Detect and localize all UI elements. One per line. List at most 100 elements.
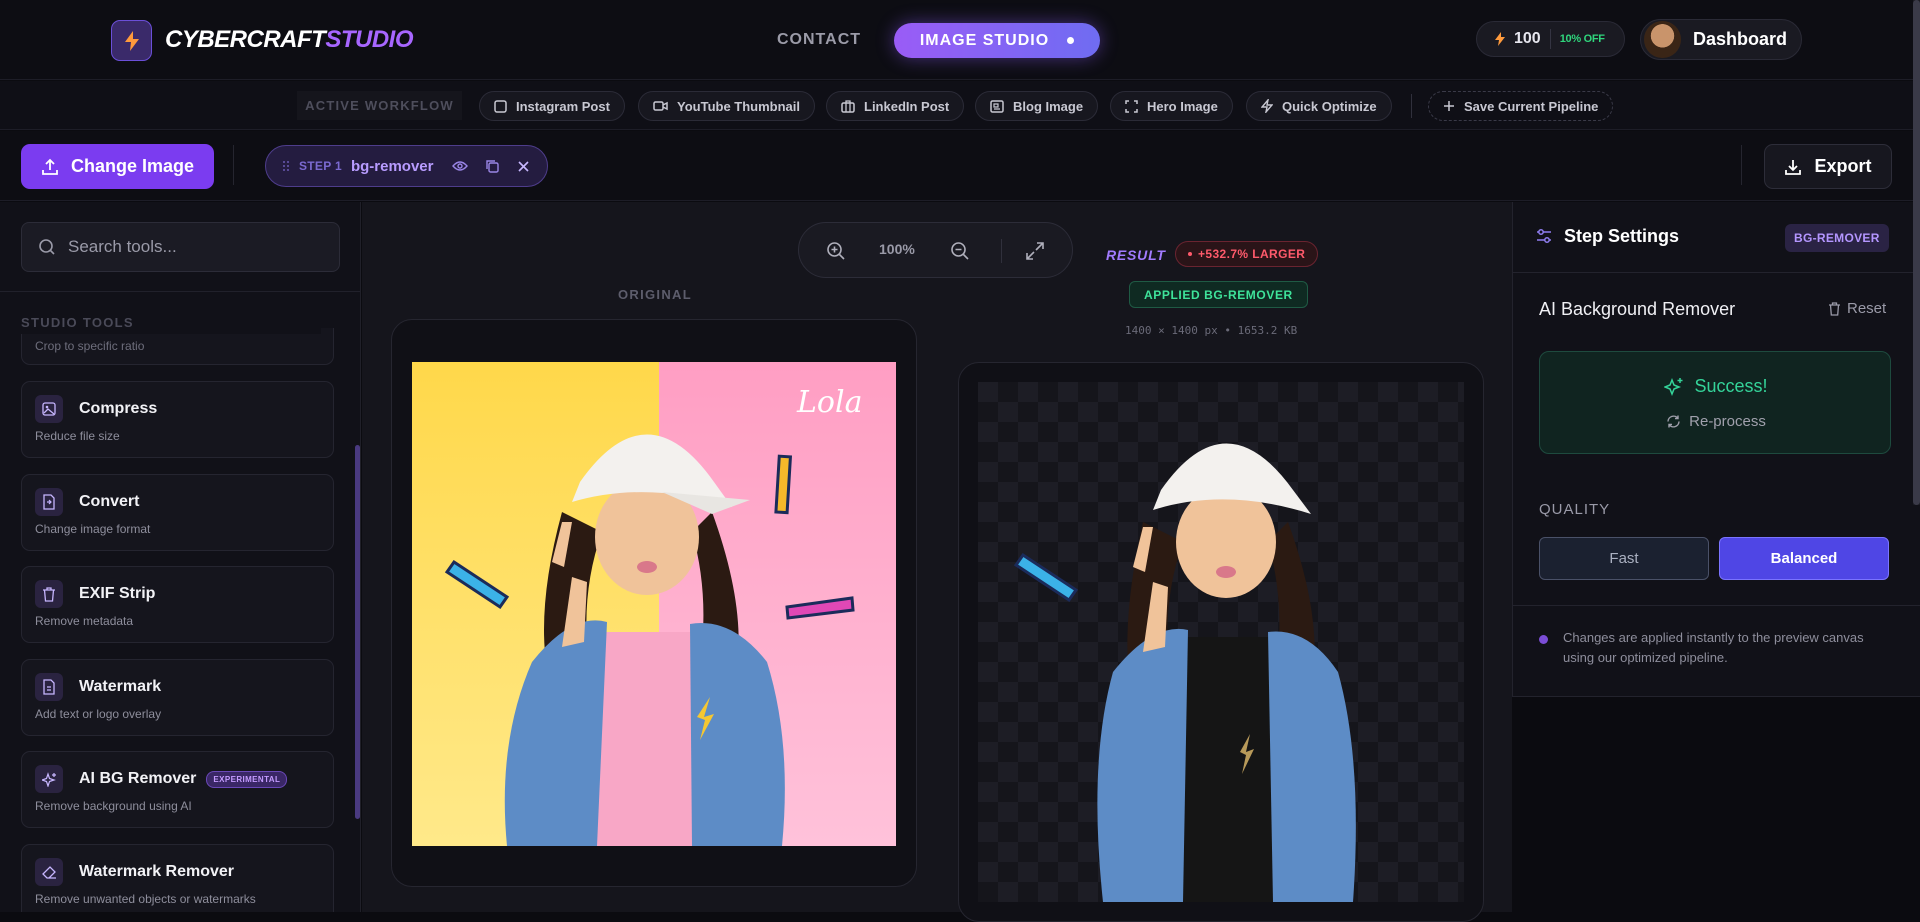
eye-icon[interactable] <box>452 160 469 172</box>
preset-label: YouTube Thumbnail <box>677 98 801 114</box>
preset-hero-image[interactable]: Hero Image <box>1110 91 1233 121</box>
file-convert-icon <box>35 488 63 516</box>
sticker-text: Lola <box>796 385 862 420</box>
tool-desc: Remove background using AI <box>35 799 192 813</box>
page-scrollbar[interactable] <box>1913 0 1920 505</box>
save-pipeline-label: Save Current Pipeline <box>1464 98 1599 114</box>
zoom-out-icon[interactable] <box>950 241 970 261</box>
tool-title: Watermark <box>79 678 162 695</box>
fullscreen-icon[interactable] <box>1025 241 1045 261</box>
tool-desc: Crop to specific ratio <box>35 339 145 353</box>
result-label: RESULT <box>1106 247 1166 263</box>
original-image[interactable]: Lola <box>412 362 896 846</box>
settings-header: Step Settings BG-REMOVER <box>1513 202 1920 273</box>
workflow-bar: ACTIVE WORKFLOW Instagram Post YouTube T… <box>0 81 1920 130</box>
tool-card-compress[interactable]: Compress Reduce file size <box>21 381 334 458</box>
reset-button[interactable]: Reset <box>1828 300 1886 317</box>
square-icon <box>494 99 507 113</box>
result-image[interactable] <box>978 382 1464 902</box>
file-text-icon <box>35 673 63 701</box>
export-button[interactable]: Export <box>1764 144 1892 189</box>
search-placeholder: Search tools... <box>68 237 177 256</box>
original-frame: Lola <box>391 319 917 887</box>
tool-desc: Change image format <box>35 522 151 536</box>
settings-title: Step Settings <box>1564 226 1680 246</box>
info-dot-icon <box>1539 635 1548 644</box>
tool-card-watermark-remover[interactable]: Watermark Remover Remove unwanted object… <box>21 844 334 912</box>
result-frame <box>958 362 1484 922</box>
zap-icon <box>1261 99 1273 113</box>
preview-canvas: 100% ORIGINAL RESULT +532.7% LARGER APPL… <box>362 202 1512 922</box>
settings-tool-badge: BG-REMOVER <box>1785 224 1889 252</box>
tool-desc: Add text or logo overlay <box>35 707 162 721</box>
close-icon[interactable] <box>518 160 530 172</box>
step-name: bg-remover <box>350 157 434 175</box>
sidebar-divider <box>0 291 360 292</box>
success-panel: Success! Re-process <box>1539 351 1891 454</box>
nav-contact-link[interactable]: CONTACT <box>777 31 861 49</box>
preset-blog-image[interactable]: Blog Image <box>975 91 1099 121</box>
quality-label: QUALITY <box>1539 501 1611 518</box>
tool-card-exif-strip[interactable]: EXIF Strip Remove metadata <box>21 566 334 643</box>
preset-quick-optimize[interactable]: Quick Optimize <box>1246 91 1392 121</box>
nav-image-studio-label: IMAGE STUDIO <box>919 31 1050 49</box>
discount-label: 10% OFF <box>1559 33 1605 45</box>
tool-desc: Remove unwanted objects or watermarks <box>35 892 256 906</box>
maximize-icon <box>1125 99 1138 113</box>
download-icon <box>1785 159 1802 175</box>
tool-desc: Remove metadata <box>35 614 134 628</box>
zoom-divider <box>1001 239 1002 263</box>
credits-amount: 100 <box>1514 30 1541 47</box>
quality-fast-button[interactable]: Fast <box>1539 537 1709 580</box>
toolbar-divider <box>1741 145 1742 185</box>
copy-icon[interactable] <box>485 159 500 173</box>
search-input[interactable]: Search tools... <box>21 222 340 272</box>
tool-title-text: AI BG Remover <box>79 770 197 787</box>
toolbar-divider <box>233 145 234 185</box>
tool-card-convert[interactable]: Convert Change image format <box>21 474 334 551</box>
tools-sidebar: Search tools... Crop to specific ratio S… <box>0 202 361 912</box>
zoom-in-icon[interactable] <box>826 241 846 261</box>
studio-tools-heading: STUDIO TOOLS <box>21 315 321 334</box>
tool-card-ai-bg-remover[interactable]: AI BG Remover EXPERIMENTAL Remove backgro… <box>21 751 334 828</box>
tool-title: Watermark Remover <box>79 863 235 880</box>
change-image-label: Change Image <box>70 156 195 176</box>
save-pipeline-button[interactable]: Save Current Pipeline <box>1428 91 1614 121</box>
search-icon <box>39 239 55 255</box>
pipeline-step-chip[interactable]: STEP 1 bg-remover <box>265 145 548 187</box>
bolt-icon <box>1495 32 1505 46</box>
active-workflow-label: ACTIVE WORKFLOW <box>297 91 462 120</box>
pipeline-toolbar: Change Image STEP 1 bg-remover Export <box>0 131 1920 201</box>
preset-youtube-thumbnail[interactable]: YouTube Thumbnail <box>638 91 816 121</box>
step-settings-panel: Step Settings BG-REMOVER AI Background R… <box>1512 202 1920 697</box>
video-icon <box>653 101 668 111</box>
preset-linkedin-post[interactable]: LinkedIn Post <box>826 91 965 121</box>
preset-label: LinkedIn Post <box>864 98 950 114</box>
reset-label: Reset <box>1847 300 1887 317</box>
reprocess-label: Re-process <box>1689 413 1766 430</box>
sidebar-scrollbar[interactable] <box>355 445 360 819</box>
experimental-badge: EXPERIMENTAL <box>206 770 288 788</box>
tool-card-watermark[interactable]: Watermark Add text or logo overlay <box>21 659 334 736</box>
change-image-button[interactable]: Change Image <box>21 144 214 189</box>
dashboard-button[interactable]: Dashboard <box>1640 19 1802 60</box>
zoom-level: 100% <box>879 241 915 257</box>
drag-handle-icon[interactable] <box>282 160 290 172</box>
plus-icon <box>1444 101 1454 111</box>
credits-badge[interactable]: 100 10% OFF <box>1476 21 1625 57</box>
brand-logo-text[interactable]: CYBERCRAFTSTUDIO <box>165 26 413 54</box>
reprocess-button[interactable]: Re-process <box>1540 413 1892 430</box>
tool-title: EXIF Strip <box>79 585 156 602</box>
preset-label: Blog Image <box>1013 98 1084 114</box>
logo-bolt-icon[interactable] <box>111 20 152 61</box>
nav-image-studio-button[interactable]: IMAGE STUDIO <box>894 23 1100 58</box>
preset-label: Hero Image <box>1147 98 1218 114</box>
page-scrollbar-thumb[interactable] <box>1913 0 1920 505</box>
quality-balanced-button[interactable]: Balanced <box>1719 537 1889 580</box>
preset-label: Instagram Post <box>516 98 610 114</box>
step-number: STEP 1 <box>299 159 342 173</box>
success-text: Success! <box>1694 376 1768 396</box>
workflow-divider <box>1411 94 1412 118</box>
tool-title: Convert <box>79 493 140 510</box>
preset-instagram-post[interactable]: Instagram Post <box>479 91 625 121</box>
